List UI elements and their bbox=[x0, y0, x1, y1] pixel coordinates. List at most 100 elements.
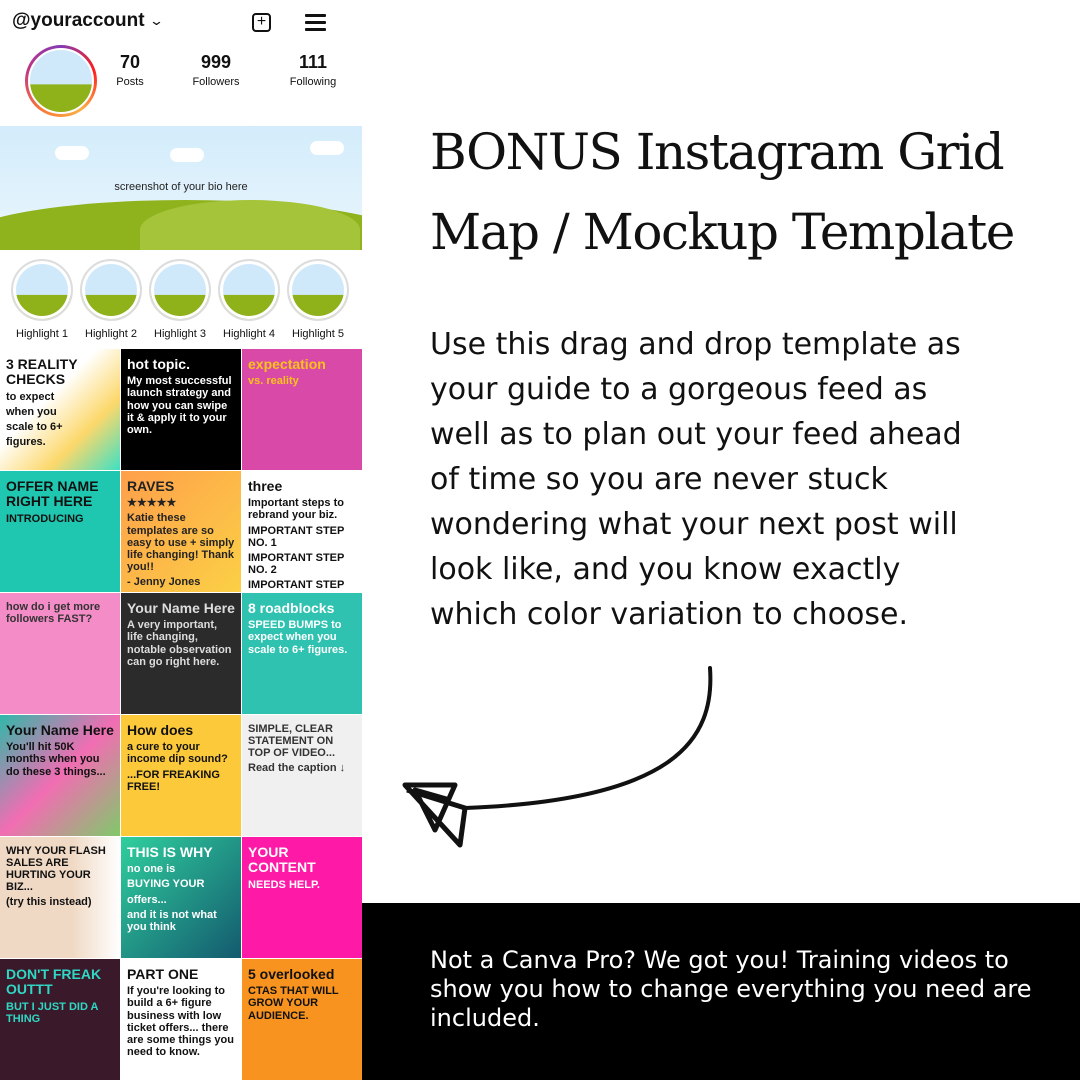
account-switcher[interactable]: @youraccount ⌄ bbox=[12, 10, 164, 32]
post-text: INTRODUCING bbox=[6, 512, 84, 525]
post-text: THIS IS WHY bbox=[127, 844, 213, 860]
post-text: scale to 6+ bbox=[6, 420, 63, 433]
post-text: figures. bbox=[6, 436, 46, 449]
grid-post[interactable]: Your Name Here You'll hit 50K months when… bbox=[0, 715, 120, 836]
post-text: A very important, life changing, notable… bbox=[127, 619, 232, 668]
promo-title: BONUS Instagram Grid Map / Mockup Templa… bbox=[430, 112, 1015, 272]
post-text: (try this instead) bbox=[6, 896, 92, 909]
grid-post[interactable]: 3 REALITY CHECKS to expect when you scale t… bbox=[0, 349, 120, 470]
stat-followers[interactable]: 999 Followers bbox=[176, 52, 256, 88]
highlight-2[interactable]: Highlight 2 bbox=[78, 259, 144, 340]
stat-posts[interactable]: 70 Posts bbox=[90, 52, 170, 88]
post-text: Your Name Here bbox=[127, 600, 235, 616]
post-text: BUT I JUST DID A THING bbox=[6, 1000, 99, 1025]
post-text: offers... bbox=[127, 893, 167, 906]
promo-title-line-2: Map / Mockup Template bbox=[430, 203, 1015, 261]
post-text: 3 REALITY CHECKS bbox=[6, 356, 78, 388]
post-text: CTAS THAT WILL GROW YOUR AUDIENCE. bbox=[248, 985, 339, 1022]
post-text: - Jenny Jones bbox=[127, 575, 201, 588]
highlight-3[interactable]: Highlight 3 bbox=[147, 259, 213, 340]
chevron-down-icon: ⌄ bbox=[148, 13, 164, 28]
avatar[interactable] bbox=[25, 45, 97, 117]
post-text: IMPORTANT STEP NO. 3 bbox=[248, 578, 345, 592]
post-text: BUYING YOUR bbox=[127, 878, 205, 891]
following-label: Following bbox=[289, 76, 337, 88]
grid-post[interactable]: YOUR CONTENT NEEDS HELP. bbox=[242, 837, 362, 958]
post-text: 5 overlooked bbox=[248, 966, 335, 982]
highlight-1[interactable]: Highlight 1 bbox=[9, 259, 75, 340]
grid-post[interactable]: how do i get more followers FAST? bbox=[0, 593, 120, 714]
post-text: no one is bbox=[127, 863, 176, 876]
bio-placeholder-text: screenshot of your bio here bbox=[114, 181, 248, 193]
post-text: Important steps to rebrand your biz. bbox=[248, 497, 344, 522]
post-text: RAVES bbox=[127, 478, 175, 494]
footer-banner: Not a Canva Pro? We got you! Training vi… bbox=[362, 903, 1080, 1080]
post-text: expectation bbox=[248, 356, 326, 372]
posts-label: Posts bbox=[116, 76, 144, 88]
grid-post[interactable]: PART ONE If you're looking to build a 6+ … bbox=[121, 959, 241, 1080]
post-grid: 3 REALITY CHECKS to expect when you scale t… bbox=[0, 349, 362, 1080]
post-text: to expect bbox=[6, 390, 55, 403]
grid-post[interactable]: Your Name Here A very important, life cha… bbox=[121, 593, 241, 714]
post-text: hot topic. bbox=[127, 356, 190, 372]
post-text: My most successful launch strategy and h… bbox=[127, 375, 232, 436]
post-text: three bbox=[248, 478, 283, 494]
post-text: If you're looking to build a 6+ figure b… bbox=[127, 985, 234, 1058]
grid-post[interactable]: RAVES ★★★★★ Katie these templates are so e… bbox=[121, 471, 241, 592]
grid-post[interactable]: hot topic. My most successful launch stra… bbox=[121, 349, 241, 470]
post-text: a cure to your income dip sound? bbox=[127, 741, 228, 766]
post-text: ★★★★★ bbox=[127, 497, 177, 510]
grid-post[interactable]: DON'T FREAK OUTTT BUT I JUST DID A THING bbox=[0, 959, 120, 1080]
post-text: when you bbox=[6, 405, 57, 418]
followers-label: Followers bbox=[192, 76, 240, 88]
following-count: 111 bbox=[298, 52, 328, 72]
highlight-label: Highlight 3 bbox=[154, 328, 206, 340]
hand-drawn-arrow-icon bbox=[402, 666, 713, 848]
username: @youraccount bbox=[12, 10, 145, 31]
post-text: and it is not what you think bbox=[127, 908, 217, 933]
highlight-label: Highlight 5 bbox=[292, 328, 344, 340]
post-text: You'll hit 50K months when you do these … bbox=[6, 741, 106, 778]
instagram-profile-mockup: @youraccount ⌄ + 70 Posts 999 Followers 11… bbox=[0, 0, 362, 1080]
hamburger-menu-icon[interactable] bbox=[305, 14, 326, 35]
post-text: IMPORTANT STEP NO. 2 bbox=[248, 551, 345, 576]
post-text: how do i get more followers FAST? bbox=[6, 601, 101, 626]
post-text: DON'T FREAK OUTTT bbox=[6, 966, 102, 998]
post-text: NEEDS HELP. bbox=[248, 878, 320, 891]
highlight-4[interactable]: Highlight 4 bbox=[216, 259, 282, 340]
grid-post[interactable]: WHY YOUR FLASH SALES ARE HURTING YOUR BI… bbox=[0, 837, 120, 958]
highlight-label: Highlight 2 bbox=[85, 328, 137, 340]
post-text: 8 roadblocks bbox=[248, 600, 335, 616]
post-text: WHY YOUR FLASH SALES ARE HURTING YOUR BI… bbox=[6, 845, 106, 894]
grid-post[interactable]: THIS IS WHY no one is BUYING YOUR offers...… bbox=[121, 837, 241, 958]
post-text: OFFER NAME RIGHT HERE bbox=[6, 478, 99, 510]
post-text: YOUR CONTENT bbox=[248, 844, 316, 876]
grid-post[interactable]: 8 roadblocks SPEED BUMPS to expect when y… bbox=[242, 593, 362, 714]
highlight-label: Highlight 1 bbox=[16, 328, 68, 340]
posts-count: 70 bbox=[119, 52, 141, 72]
footer-text: Not a Canva Pro? We got you! Training vi… bbox=[430, 946, 1032, 1032]
post-text: vs. reality bbox=[248, 375, 299, 388]
post-text: Your Name Here bbox=[6, 722, 114, 738]
grid-post[interactable]: OFFER NAME RIGHT HERE INTRODUCING bbox=[0, 471, 120, 592]
promo-title-line-1: BONUS Instagram Grid bbox=[430, 123, 1005, 181]
post-text: PART ONE bbox=[127, 966, 199, 982]
post-text: Read the caption ↓ bbox=[248, 762, 346, 775]
grid-post[interactable]: SIMPLE, CLEAR STATEMENT ON TOP OF VIDEO.… bbox=[242, 715, 362, 836]
grid-post[interactable]: How does a cure to your income dip sound?… bbox=[121, 715, 241, 836]
post-text: ...FOR FREAKING FREE! bbox=[127, 768, 220, 793]
grid-post[interactable]: three Important steps to rebrand your biz… bbox=[242, 471, 362, 592]
post-text: SIMPLE, CLEAR STATEMENT ON TOP OF VIDEO.… bbox=[248, 723, 336, 760]
post-text: SPEED BUMPS to expect when you scale to … bbox=[248, 619, 348, 656]
grid-post[interactable]: 5 overlooked CTAS THAT WILL GROW YOUR AUD… bbox=[242, 959, 362, 1080]
stat-following[interactable]: 111 Following bbox=[273, 52, 353, 88]
highlight-5[interactable]: Highlight 5 bbox=[285, 259, 351, 340]
post-text: How does bbox=[127, 722, 194, 738]
post-text: IMPORTANT STEP NO. 1 bbox=[248, 524, 345, 549]
post-text: Katie these templates are so easy to use… bbox=[127, 512, 235, 573]
highlight-label: Highlight 4 bbox=[223, 328, 275, 340]
new-post-icon[interactable]: + bbox=[252, 13, 271, 32]
promo-description: Use this drag and drop template as your … bbox=[430, 327, 962, 632]
followers-count: 999 bbox=[200, 52, 232, 72]
grid-post[interactable]: expectation vs. reality bbox=[242, 349, 362, 470]
